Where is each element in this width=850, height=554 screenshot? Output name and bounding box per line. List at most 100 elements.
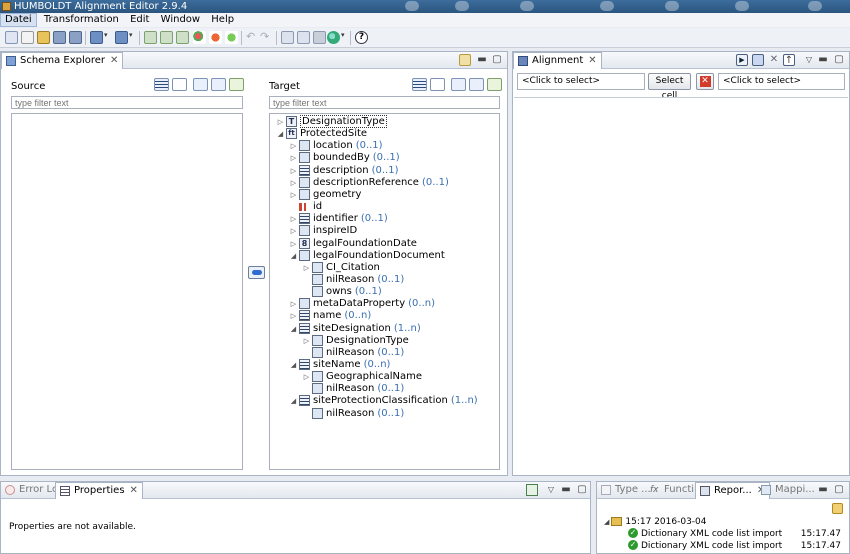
expand-icon[interactable]: ▷ — [276, 116, 285, 128]
minimize-icon[interactable]: ▬ — [476, 54, 488, 66]
redo-icon[interactable]: ↷ — [260, 31, 273, 44]
tree-node[interactable]: ▷ GeographicalName — [302, 371, 422, 383]
menu-datei[interactable]: Datei — [0, 13, 37, 27]
expand-icon[interactable]: ▷ — [289, 310, 298, 322]
source-tree[interactable] — [11, 113, 243, 470]
tree-node[interactable]: ▷ descriptionReference (0..1) — [289, 176, 449, 189]
view-menu-icon[interactable]: ▽ — [545, 484, 557, 496]
tree-node[interactable]: ◢ siteProtectionClassification (1..n) — [289, 395, 478, 407]
help-icon[interactable]: ? — [355, 31, 368, 44]
close-icon[interactable]: ✕ — [588, 55, 596, 66]
new-project-icon[interactable] — [5, 31, 18, 44]
menu-edit[interactable]: Edit — [126, 13, 153, 27]
forward-icon[interactable]: ▶ — [736, 54, 748, 66]
tab-schema-explorer[interactable]: Schema Explorer ✕ — [1, 52, 124, 69]
alignment-target-select[interactable]: <Click to select> — [718, 73, 845, 90]
target-filter-attributes-icon[interactable] — [469, 78, 484, 91]
view-menu-icon[interactable] — [459, 54, 471, 66]
tree-node[interactable]: ◢ siteName (0..n) — [289, 359, 390, 371]
import-icon[interactable] — [90, 31, 103, 44]
alignment-source-select[interactable]: <Click to select> — [517, 73, 645, 90]
source-expand-icon[interactable] — [172, 78, 187, 91]
target-filter-input[interactable] — [269, 96, 500, 109]
collapse-icon[interactable]: ◢ — [289, 359, 298, 371]
schema-view-icon[interactable] — [176, 31, 189, 44]
filter-cells-icon[interactable] — [752, 54, 764, 66]
up-icon[interactable]: ↑ — [783, 54, 795, 66]
tree-node[interactable]: owns (0..1) — [302, 286, 382, 298]
synchronize-button[interactable] — [248, 266, 265, 279]
source-filter-mapped-icon[interactable] — [229, 78, 244, 91]
expand-icon[interactable]: ▷ — [289, 213, 298, 225]
close-icon[interactable]: ✕ — [110, 55, 118, 66]
tree-node[interactable]: ◢ legalFoundationDocument — [289, 249, 445, 262]
mapping-view-icon[interactable] — [160, 31, 173, 44]
maximize-icon[interactable]: ▢ — [491, 54, 503, 66]
menu-help[interactable]: Help — [207, 13, 238, 27]
expand-icon[interactable]: ▷ — [302, 371, 311, 383]
expand-icon[interactable]: ▷ — [289, 298, 298, 310]
expand-icon[interactable]: ▷ — [289, 189, 298, 201]
expand-icon[interactable]: ▷ — [289, 177, 298, 189]
expand-icon[interactable]: ▷ — [289, 165, 298, 177]
view-menu-icon[interactable]: ▽ — [803, 54, 815, 66]
target-tree[interactable]: ▷ T DesignationType ◢ ft ProtectedSite ▷ locati… — [269, 113, 500, 470]
tree-node[interactable]: ▷ geometry — [289, 188, 361, 201]
export-icon[interactable] — [115, 31, 128, 44]
target-filter-mapped-icon[interactable] — [487, 78, 502, 91]
minimize-icon[interactable]: ▬ — [817, 484, 829, 496]
tree-node[interactable]: ▷ metaDataProperty (0..n) — [289, 298, 435, 310]
expand-icon[interactable]: ▷ — [302, 335, 311, 347]
save-icon[interactable] — [53, 31, 66, 44]
undo-icon[interactable]: ↶ — [246, 31, 259, 44]
tree-node[interactable]: nilReason (0..1) — [302, 346, 404, 359]
tree-node[interactable]: ▷ DesignationType — [302, 334, 409, 347]
validate-icon[interactable] — [209, 31, 222, 44]
tag-icon[interactable] — [313, 31, 326, 44]
expand-icon[interactable]: ▷ — [302, 262, 311, 274]
tree-node[interactable]: ▷ identifier (0..1) — [289, 213, 388, 225]
maximize-icon[interactable]: ▢ — [833, 484, 845, 496]
source-list-view-icon[interactable] — [154, 78, 169, 91]
expand-icon[interactable]: ▷ — [289, 140, 298, 152]
import-dropdown-icon[interactable]: ▾ — [104, 31, 111, 44]
expand-icon[interactable]: ▷ — [289, 238, 298, 250]
tree-node[interactable]: ▷ T DesignationType — [276, 115, 387, 128]
new-icon[interactable] — [21, 31, 34, 44]
function-icon[interactable] — [297, 31, 310, 44]
expand-icon[interactable]: ▷ — [289, 225, 298, 237]
tree-node[interactable]: ◢ ft ProtectedSite — [276, 128, 367, 140]
minimize-icon[interactable]: ▬ — [560, 484, 572, 496]
remove-icon[interactable]: ✕ — [768, 54, 780, 66]
report-group-row[interactable]: ◢ 15:17 2016-03-04 — [604, 516, 707, 528]
export-dropdown-icon[interactable]: ▾ — [129, 31, 136, 44]
globe-icon[interactable] — [327, 31, 340, 44]
maximize-icon[interactable]: ▢ — [833, 54, 845, 66]
clear-reports-icon[interactable] — [832, 503, 843, 514]
tree-node[interactable]: ▷ inspireID — [289, 225, 357, 237]
run-transformation-icon[interactable] — [144, 31, 157, 44]
tree-node[interactable]: id — [289, 201, 322, 213]
tree-node[interactable]: ▷ location (0..1) — [289, 140, 383, 152]
menu-window[interactable]: Window — [157, 13, 204, 27]
collapse-icon[interactable]: ◢ — [289, 395, 298, 407]
tab-mapping[interactable]: Mappi... — [757, 482, 819, 499]
menu-transformation[interactable]: Transformation — [40, 13, 123, 27]
report-row[interactable]: ✓ Dictionary XML code list import 15:17.4… — [628, 540, 843, 552]
tree-node[interactable]: ▷ description (0..1) — [289, 164, 399, 177]
source-filter-attributes-icon[interactable] — [211, 78, 226, 91]
minimize-icon[interactable]: ▬ — [817, 54, 829, 66]
save-as-icon[interactable] — [69, 31, 82, 44]
instances-icon[interactable] — [193, 31, 206, 44]
tree-node[interactable]: ▷ CI_Citation — [302, 261, 380, 274]
expand-icon[interactable]: ▷ — [289, 152, 298, 164]
target-expand-icon[interactable] — [430, 78, 445, 91]
tree-node[interactable]: ▷ name (0..n) — [289, 310, 371, 322]
tree-node[interactable]: ▷ 8 legalFoundationDate — [289, 237, 417, 250]
tab-alignment[interactable]: Alignment ✕ — [513, 52, 602, 69]
collapse-icon[interactable]: ◢ — [289, 323, 298, 335]
tree-node[interactable]: nilReason (0..1) — [302, 407, 404, 420]
new-properties-view-icon[interactable] — [526, 484, 538, 496]
collapse-icon[interactable]: ◢ — [276, 128, 285, 140]
tree-node[interactable]: ◢ siteDesignation (1..n) — [289, 322, 421, 335]
